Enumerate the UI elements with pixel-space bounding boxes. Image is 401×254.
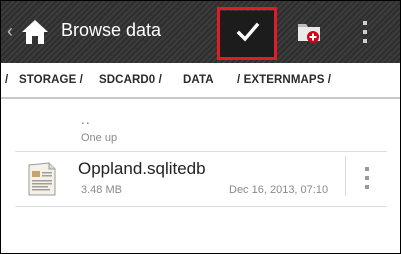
breadcrumb-storage[interactable]: STORAGE / [19, 74, 83, 86]
file-name: Oppland.sqlitedb [78, 159, 206, 178]
home-icon[interactable] [20, 18, 50, 46]
breadcrumb-sdcard0[interactable]: SDCARD0 / [99, 74, 162, 86]
checkmark-icon [236, 22, 260, 42]
up-label: One up [81, 132, 118, 144]
file-date: Dec 16, 2013, 07:10 [229, 184, 329, 196]
list-item-up[interactable] [1, 101, 400, 151]
breadcrumb-data[interactable]: DATA [183, 74, 214, 86]
file-overflow-menu-icon[interactable] [361, 164, 373, 192]
action-bar: ‹ Browse data [1, 1, 400, 63]
overflow-menu-icon[interactable] [355, 16, 375, 48]
up-glyph: .. [81, 111, 91, 127]
breadcrumb: / STORAGE / SDCARD0 / DATA / EXTERNMAPS … [1, 63, 400, 99]
confirm-button[interactable] [219, 11, 275, 59]
breadcrumb-externmaps[interactable]: / EXTERNMAPS / [237, 74, 331, 86]
database-file-icon [28, 162, 56, 196]
new-folder-icon[interactable] [295, 17, 325, 47]
divider [15, 206, 387, 207]
app-window: ‹ Browse data / STORAGE / SDCARD0 / DATA… [0, 0, 401, 254]
up-caret-icon[interactable]: ‹ [7, 21, 13, 42]
file-size: 3.48 MB [81, 184, 122, 196]
breadcrumb-root[interactable]: / [5, 74, 8, 86]
row-divider [345, 156, 346, 196]
page-title: Browse data [61, 20, 162, 40]
